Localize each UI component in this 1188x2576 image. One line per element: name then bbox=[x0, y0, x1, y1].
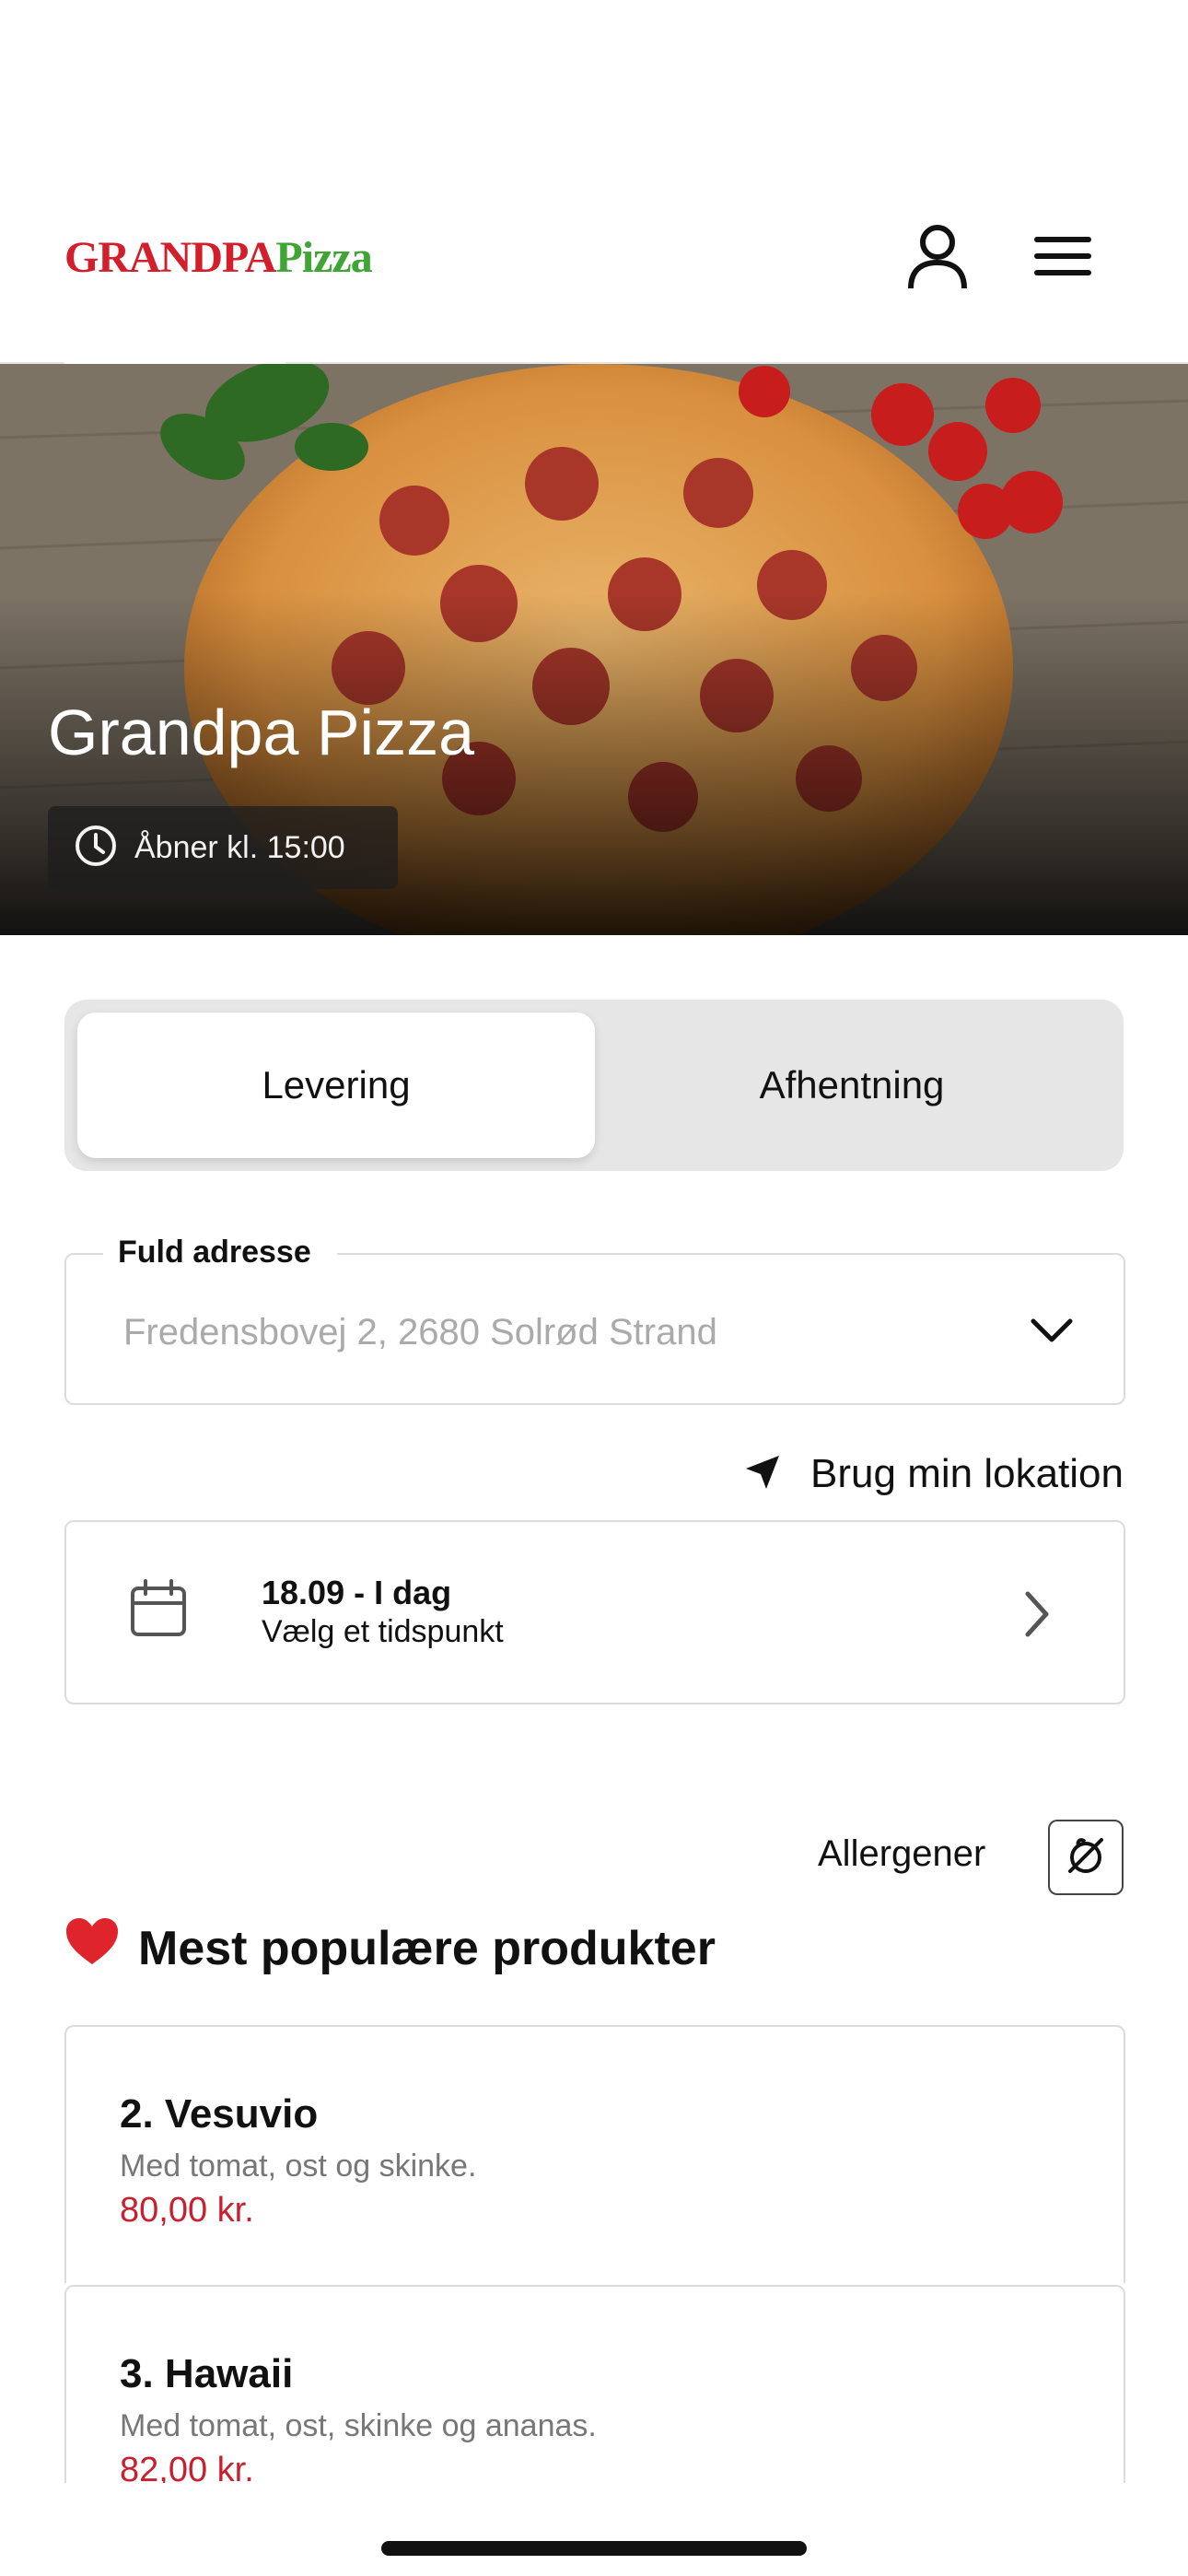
opening-hours-badge: Åbner kl. 15:00 bbox=[48, 806, 398, 889]
logo-text-pizza: Pizza bbox=[275, 233, 372, 282]
bottom-bar bbox=[0, 2483, 1188, 2576]
clock-icon bbox=[74, 824, 118, 872]
popular-products-title: Mest populære produkter bbox=[138, 1921, 716, 1975]
chevron-down-icon[interactable] bbox=[1026, 1305, 1077, 1356]
product-description: Med tomat, ost, skinke og ananas. bbox=[120, 2408, 597, 2443]
address-label: Fuld adresse bbox=[103, 1235, 337, 1270]
chevron-right-icon bbox=[1020, 1588, 1054, 1645]
hero-banner: Grandpa Pizza Åbner kl. 15:00 bbox=[0, 364, 1188, 935]
heart-icon bbox=[64, 1916, 138, 1980]
logo-text-grandpa: GRANDPA bbox=[64, 233, 276, 282]
restaurant-name: Grandpa Pizza bbox=[48, 697, 475, 768]
choose-time-text: Vælg et tidspunkt bbox=[262, 1614, 504, 1649]
calendar-icon bbox=[129, 1579, 188, 1643]
app-header: GRANDPAPizza bbox=[0, 0, 1188, 364]
allergen-filter-button[interactable] bbox=[1048, 1820, 1124, 1895]
hamburger-menu-icon[interactable] bbox=[1024, 217, 1101, 295]
product-card[interactable]: 3. Hawaii Med tomat, ost, skinke og anan… bbox=[64, 2285, 1125, 2489]
use-location-label: Brug min lokation bbox=[810, 1451, 1124, 1496]
order-mode-toggle: Levering Afhentning bbox=[64, 1000, 1124, 1171]
selected-date: 18.09 - I dag bbox=[262, 1574, 452, 1611]
time-selector[interactable]: 18.09 - I dag Vælg et tidspunkt bbox=[64, 1520, 1125, 1704]
product-description: Med tomat, ost og skinke. bbox=[120, 2149, 477, 2184]
product-name: 3. Hawaii bbox=[120, 2351, 294, 2396]
allergens-label[interactable]: Allergener bbox=[818, 1833, 985, 1875]
product-name: 2. Vesuvio bbox=[120, 2091, 319, 2137]
home-indicator[interactable] bbox=[381, 2541, 807, 2556]
opening-hours-text: Åbner kl. 15:00 bbox=[134, 829, 345, 865]
address-field[interactable]: Fuld adresse Fredensbovej 2, 2680 Solrød… bbox=[64, 1235, 1125, 1405]
address-input[interactable]: Fredensbovej 2, 2680 Solrød Strand bbox=[123, 1312, 717, 1353]
location-arrow-icon bbox=[742, 1452, 783, 1497]
product-price: 80,00 kr. bbox=[120, 2191, 254, 2230]
brand-logo[interactable]: GRANDPAPizza bbox=[64, 232, 373, 283]
tab-delivery[interactable]: Levering bbox=[77, 1013, 595, 1158]
popular-products-heading: Mest populære produkter bbox=[64, 1916, 716, 1980]
user-icon[interactable] bbox=[899, 217, 976, 295]
product-card[interactable]: 2. Vesuvio Med tomat, ost og skinke. 80,… bbox=[64, 2025, 1125, 2283]
tab-pickup[interactable]: Afhentning bbox=[593, 1013, 1111, 1158]
allergen-icon bbox=[1065, 1834, 1107, 1881]
use-location-button[interactable]: Brug min lokation bbox=[742, 1442, 1124, 1506]
